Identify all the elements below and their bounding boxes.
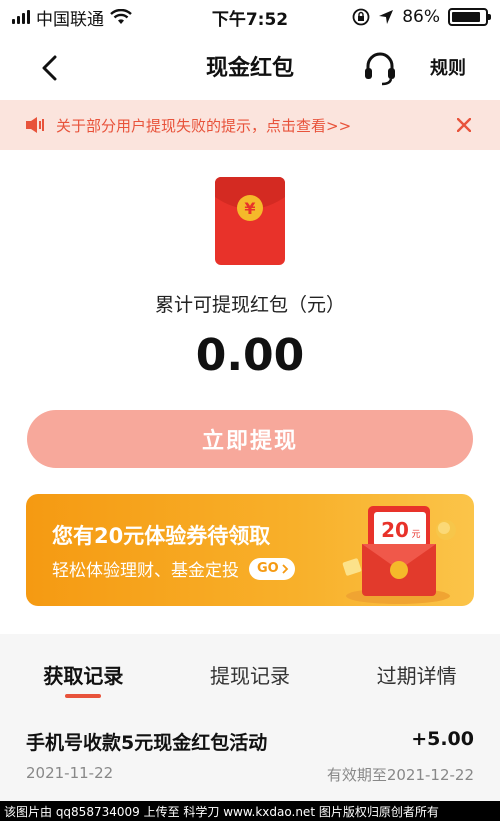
envelope-symbol: ¥ <box>244 199 255 218</box>
page-title: 现金红包 <box>205 56 294 81</box>
speaker-icon <box>26 117 44 133</box>
carrier-name: 中国联通 <box>36 9 104 30</box>
record-expiry: 有效期至2021-12-22 <box>326 766 474 784</box>
record-date: 2021-11-22 <box>26 764 114 782</box>
watermark-text: 该图片由 qq858734009 上传至 科学刀 www.kxdao.net 图… <box>4 804 439 819</box>
signal-icon <box>12 10 30 24</box>
rules-link[interactable]: 规则 <box>430 54 466 80</box>
notice-close-button[interactable] <box>452 113 476 137</box>
tab-withdraw-records[interactable]: 提现记录 <box>167 654 334 704</box>
banner-subtitle: 轻松体验理财、基金定投 <box>52 561 239 581</box>
go-label: GO <box>257 561 279 576</box>
withdraw-button[interactable]: 立即提现 <box>27 410 473 468</box>
battery-percent: 86% <box>402 7 440 27</box>
records-section: 获取记录 提现记录 过期详情 手机号收款5元现金红包活动 +5.00 2021-… <box>0 634 500 821</box>
withdrawable-label: 累计可提现红包（元） <box>154 294 345 316</box>
status-bar: 中国联通 下午7:52 86% <box>0 0 500 34</box>
wifi-icon <box>110 9 132 24</box>
headset-icon <box>365 52 395 86</box>
list-item[interactable]: 手机号收款5元现金红包活动 +5.00 2021-11-22 有效期至2021-… <box>0 714 500 784</box>
status-left: 中国联通 <box>12 5 132 30</box>
battery-icon <box>448 8 491 26</box>
promo-banner[interactable]: 您有20元体验券待领取 轻松体验理财、基金定投 GO 20 元 <box>26 494 474 606</box>
navigation-bar: 现金红包 规则 <box>0 34 500 98</box>
banner-title: 您有20元体验券待领取 <box>52 524 271 548</box>
record-title: 手机号收款5元现金红包活动 <box>26 732 268 754</box>
watermark-bar: 该图片由 qq858734009 上传至 科学刀 www.kxdao.net 图… <box>0 801 500 821</box>
banner-subtitle-row: 轻松体验理财、基金定投 GO <box>52 556 295 581</box>
notice-bar[interactable]: 关于部分用户提现失败的提示，点击查看>> <box>0 100 500 150</box>
withdrawable-amount: 0.00 <box>195 330 305 381</box>
tab-acquired-records[interactable]: 获取记录 <box>0 654 167 704</box>
coupon-unit: 元 <box>411 530 420 540</box>
status-right: 86% <box>352 7 491 27</box>
customer-service-button[interactable] <box>360 48 400 88</box>
tab-label: 获取记录 <box>43 664 124 688</box>
records-tabs: 获取记录 提现记录 过期详情 <box>0 654 500 704</box>
battery-fill <box>452 12 480 22</box>
coupon-illustration: 20 元 <box>342 506 456 604</box>
record-amount: +5.00 <box>411 728 474 750</box>
location-icon <box>379 10 394 24</box>
coupon-amount: 20 <box>381 518 409 542</box>
tab-expired-details[interactable]: 过期详情 <box>333 654 500 704</box>
tab-label: 过期详情 <box>376 664 457 688</box>
rotation-lock-icon <box>352 8 370 26</box>
red-envelope-icon: ¥ <box>215 177 285 265</box>
tab-label: 提现记录 <box>210 664 290 688</box>
notice-text: 关于部分用户提现失败的提示，点击查看>> <box>56 116 352 135</box>
go-button[interactable]: GO <box>249 557 295 580</box>
chevron-right-icon <box>282 563 289 574</box>
close-icon <box>457 118 471 132</box>
active-tab-indicator <box>65 694 102 698</box>
